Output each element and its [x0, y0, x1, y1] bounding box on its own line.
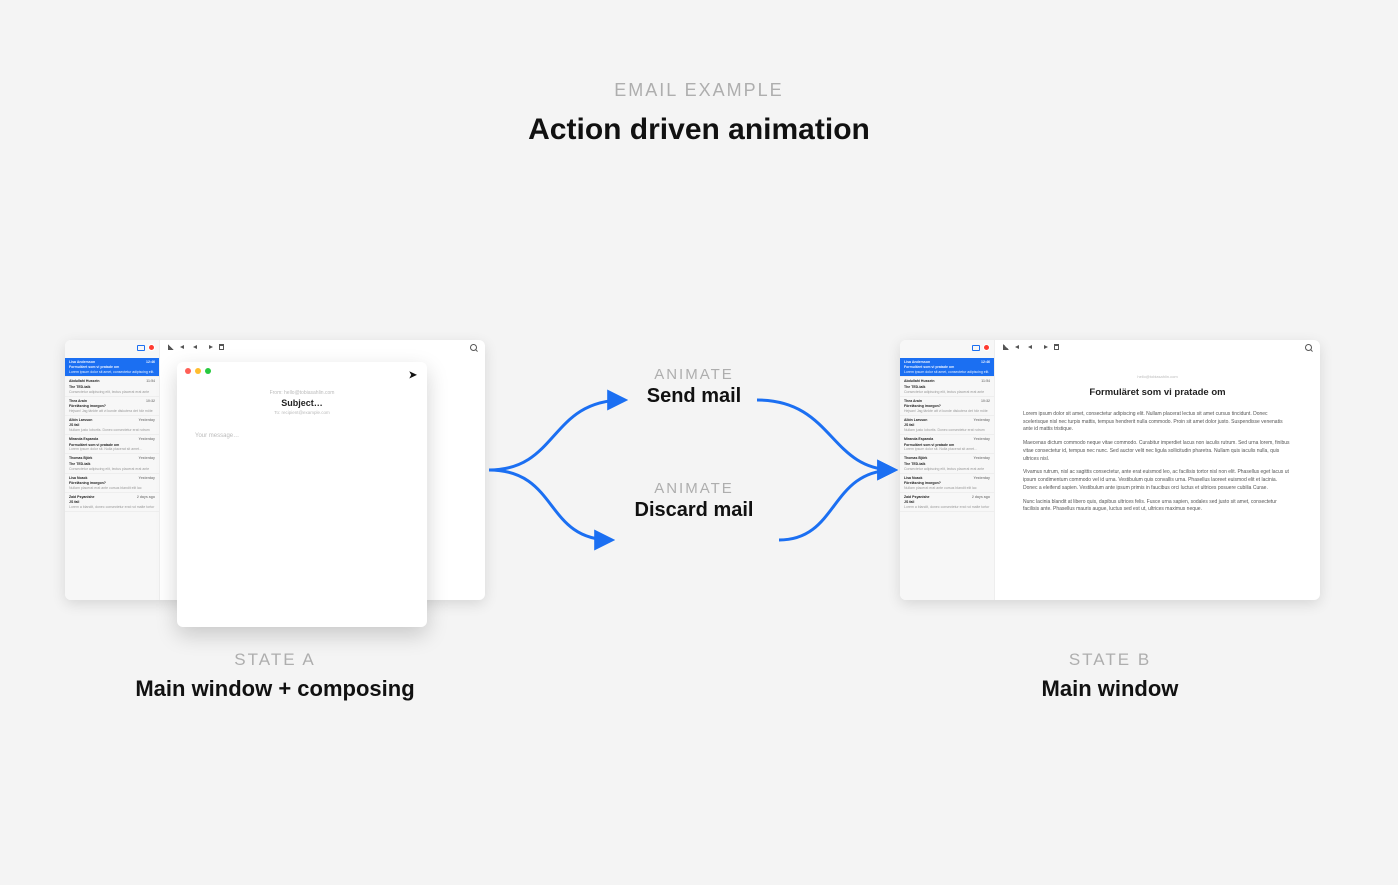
message-body: hello@tobiasahlin.com Formuläret som vi …	[995, 358, 1320, 530]
caption-label: Main window	[900, 676, 1320, 702]
branch-eyebrow: ANIMATE	[489, 480, 899, 497]
compose-subject[interactable]: Subject…	[195, 398, 409, 408]
diagram-header: EMAIL EXAMPLE Action driven animation	[0, 80, 1398, 147]
caption-eyebrow: STATE B	[900, 650, 1320, 670]
compose-icon[interactable]	[1003, 344, 1009, 350]
compose-to[interactable]: To: recipient@example.com	[195, 410, 409, 415]
list-item[interactable]: 10:32Thea ArainFöreläsning imorgon?Hejsa…	[65, 397, 159, 416]
notification-icon[interactable]	[983, 344, 990, 351]
trash-icon[interactable]	[219, 344, 224, 350]
compose-icon[interactable]	[168, 344, 174, 350]
list-item[interactable]: 11:54Abdullahi HusseinThe TED-talkConsec…	[65, 377, 159, 396]
zoom-icon[interactable]	[205, 368, 211, 374]
search-icon[interactable]	[1305, 344, 1312, 351]
list-item[interactable]: 10:32Thea ArainFöreläsning imorgon?Hejsa…	[900, 397, 994, 416]
reply-all-icon[interactable]	[1028, 344, 1035, 351]
list-item[interactable]: YesterdayMiranda EsparolaFormuläret som …	[65, 435, 159, 454]
sidebar-status-icons	[137, 344, 155, 351]
toolbar	[1003, 344, 1059, 351]
message-list: 12:46Lisa AnderssonFormuläret som vi pra…	[65, 340, 160, 600]
list-item[interactable]: YesterdayThomas BjörkThe TED-talkConsect…	[65, 454, 159, 473]
list-item[interactable]: 2 days agoZaid PsyanisheJS failLorem a b…	[900, 493, 994, 512]
message-paragraph: Vivamus rutrum, nisl ac sagittis consect…	[1023, 469, 1292, 492]
reply-icon[interactable]	[180, 344, 187, 351]
compose-window: ➤ From: hello@tobiasahlin.com Subject… T…	[177, 362, 427, 627]
search-icon[interactable]	[470, 344, 477, 351]
forward-icon[interactable]	[206, 344, 213, 351]
list-item[interactable]: 12:46Lisa AnderssonFormuläret som vi pra…	[65, 358, 159, 377]
traffic-lights	[185, 368, 211, 374]
compose-body[interactable]: Your message…	[195, 433, 409, 439]
message-paragraph: Nunc lacinia blandit at libero quis, dap…	[1023, 499, 1292, 515]
branch-discard: ANIMATE Discard mail	[489, 480, 899, 522]
list-item[interactable]: YesterdayThomas BjörkThe TED-talkConsect…	[900, 454, 994, 473]
minimize-icon[interactable]	[195, 368, 201, 374]
mail-icon[interactable]	[972, 345, 980, 351]
close-icon[interactable]	[185, 368, 191, 374]
caption-state-b: STATE B Main window	[900, 650, 1320, 702]
notification-icon[interactable]	[148, 344, 155, 351]
mail-icon[interactable]	[137, 345, 145, 351]
reading-pane: hello@tobiasahlin.com Formuläret som vi …	[995, 340, 1320, 600]
compose-from: From: hello@tobiasahlin.com	[195, 390, 409, 396]
reply-all-icon[interactable]	[193, 344, 200, 351]
state-b-window: 12:46Lisa AnderssonFormuläret som vi pra…	[900, 340, 1320, 600]
message-paragraph: Lorem ipsum dolor sit amet, consectetur …	[1023, 411, 1292, 434]
branch-eyebrow: ANIMATE	[489, 366, 899, 383]
diagram-eyebrow: EMAIL EXAMPLE	[0, 80, 1398, 101]
list-item[interactable]: 12:46Lisa AnderssonFormuläret som vi pra…	[900, 358, 994, 377]
list-item[interactable]: 2 days agoZaid PsyanisheJS failLorem a b…	[65, 493, 159, 512]
message-paragraph: Maecenas dictum commodo neque vitae comm…	[1023, 440, 1292, 463]
list-item[interactable]: YesterdayLisa NoackFöreläsning imorgon?N…	[65, 474, 159, 493]
branch-send: ANIMATE Send mail	[489, 366, 899, 408]
list-item[interactable]: 11:54Abdullahi HusseinThe TED-talkConsec…	[900, 377, 994, 396]
message-title: Formuläret som vi pratade om	[1023, 386, 1292, 401]
branch-label: Send mail	[489, 385, 899, 408]
send-icon[interactable]: ➤	[409, 370, 417, 381]
caption-label: Main window + composing	[65, 676, 485, 702]
message-list: 12:46Lisa AnderssonFormuläret som vi pra…	[900, 340, 995, 600]
caption-eyebrow: STATE A	[65, 650, 485, 670]
arrow-diagram: ANIMATE Send mail ANIMATE Discard mail	[489, 370, 899, 570]
list-item[interactable]: YesterdayAlbin LarssonJS failNullam just…	[65, 416, 159, 435]
list-item[interactable]: YesterdayAlbin LarssonJS failNullam just…	[900, 416, 994, 435]
toolbar	[168, 344, 224, 351]
caption-state-a: STATE A Main window + composing	[65, 650, 485, 702]
diagram-title: Action driven animation	[0, 113, 1398, 147]
branch-label: Discard mail	[489, 499, 899, 522]
message-meta: hello@tobiasahlin.com	[1023, 374, 1292, 380]
list-item[interactable]: YesterdayMiranda EsparolaFormuläret som …	[900, 435, 994, 454]
list-item[interactable]: YesterdayLisa NoackFöreläsning imorgon?N…	[900, 474, 994, 493]
sidebar-status-icons	[972, 344, 990, 351]
forward-icon[interactable]	[1041, 344, 1048, 351]
reply-icon[interactable]	[1015, 344, 1022, 351]
trash-icon[interactable]	[1054, 344, 1059, 350]
